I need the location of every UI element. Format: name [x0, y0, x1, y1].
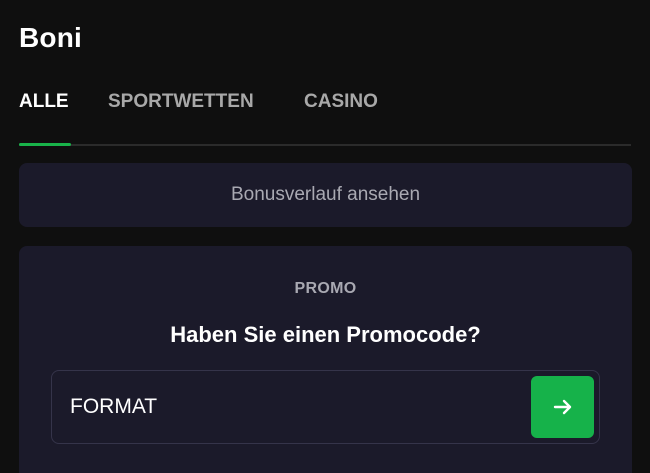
tab-casino[interactable]: CASINO: [304, 86, 378, 144]
promo-submit-button[interactable]: [531, 376, 594, 438]
bonus-tabs: ALLE SPORTWETTEN CASINO: [19, 86, 631, 146]
page-title: Boni: [19, 22, 83, 53]
tab-sports[interactable]: SPORTWETTEN: [108, 86, 254, 144]
promo-code-input[interactable]: [70, 371, 510, 443]
bonus-page: Boni ALLE SPORTWETTEN CASINO Bonusverlau…: [0, 0, 650, 473]
promo-question: Haben Sie einen Promocode?: [170, 322, 481, 347]
promo-label: PROMO: [294, 280, 357, 297]
bonus-history-button[interactable]: Bonusverlauf ansehen: [19, 163, 632, 227]
promo-code-field: [51, 370, 600, 444]
arrow-right-icon: [551, 395, 575, 419]
promo-card: PROMO Haben Sie einen Promocode?: [19, 246, 632, 473]
tab-all[interactable]: ALLE: [19, 86, 71, 146]
